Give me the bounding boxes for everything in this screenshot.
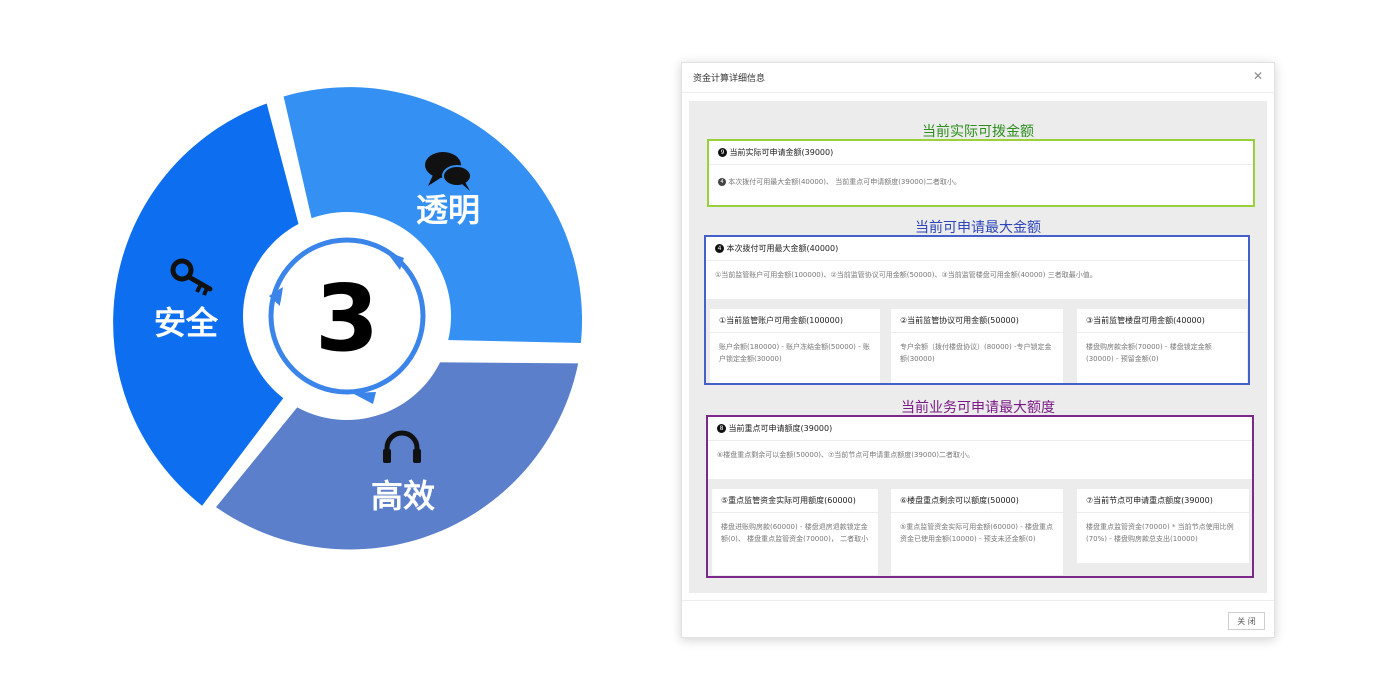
segment-label-transparent: 透明 xyxy=(416,191,480,229)
close-button[interactable]: 关 闭 xyxy=(1228,612,1265,630)
close-icon[interactable]: ✕ xyxy=(1253,69,1263,83)
sub-card-description: 楼盘进账购房款(60000) - 楼盘退房退款锁定金额(0)、 楼盘重点监管资金… xyxy=(721,523,869,543)
section-frame-max-applicable: 4 本次拨付可用最大金额(40000) ①当前监管账户可用金额(100000)、… xyxy=(704,235,1250,385)
card-actual-applicable: 9 当前实际可申请金额(39000) 4 本次拨付可用最大金额(40000)、 … xyxy=(709,141,1253,205)
sub-card-heading: ⑥楼盘重点剩余可以额度(50000) xyxy=(891,489,1063,513)
sub-card-description: 楼盘重点监管资金(70000) * 当前节点使用比例(70%) - 楼盘购房款总… xyxy=(1086,523,1234,543)
center-number: 3 xyxy=(315,265,379,372)
sub-card-account-available: ①当前监管账户可用金额(100000) 账户余额(180000) - 账户冻结金… xyxy=(710,309,880,383)
sub-card-node-key-quota: ⑦当前节点可申请重点额度(39000) 楼盘重点监管资金(70000) * 当前… xyxy=(1077,489,1249,563)
section-title-business-max: 当前业务可申请最大额度 xyxy=(901,400,1055,416)
sub-card-heading: ①当前监管账户可用金额(100000) xyxy=(710,309,880,333)
number-badge-4: 4 xyxy=(715,244,724,253)
sub-card-heading: ⑦当前节点可申请重点额度(39000) xyxy=(1077,489,1249,513)
sub-card-description: 账户余额(180000) - 账户冻结金额(50000) - 账户锁定金额(30… xyxy=(719,343,870,363)
section-frame-business-max: 8 当前重点可申请额度(39000) ⑥楼盘重点剩余可以金额(50000)、⑦当… xyxy=(706,415,1254,578)
dialog-title: 资金计算详细信息 xyxy=(693,74,766,84)
sub-card-building-available: ③当前监管楼盘可用金额(40000) 楼盘购房款余额(70000) - 楼盘锁定… xyxy=(1077,309,1247,383)
card-heading: 9 当前实际可申请金额(39000) xyxy=(709,141,1253,165)
stage: 3 透明 高效 安全 资金计算详细信息 ✕ 当前实际可拨金额 9 当前实际可申请… xyxy=(0,0,1400,700)
sub-card-description: 楼盘购房款余额(70000) - 楼盘锁定金额(30000) - 预留金额(0) xyxy=(1086,343,1212,363)
dialog-body: 当前实际可拨金额 9 当前实际可申请金额(39000) 4 本次拨付可用最大金额… xyxy=(689,101,1267,593)
card-max-disbursement: 4 本次拨付可用最大金额(40000) ①当前监管账户可用金额(100000)、… xyxy=(706,237,1248,299)
sub-card-heading: ⑤重点监管资金实际可用额度(60000) xyxy=(712,489,878,513)
three-segment-ring-diagram: 3 透明 高效 安全 xyxy=(113,87,583,550)
section-frame-actual-amount: 9 当前实际可申请金额(39000) 4 本次拨付可用最大金额(40000)、 … xyxy=(707,139,1255,207)
sub-card-heading: ②当前监管协议可用金额(50000) xyxy=(891,309,1063,333)
fund-detail-dialog: 资金计算详细信息 ✕ 当前实际可拨金额 9 当前实际可申请金额(39000) 4… xyxy=(681,62,1275,638)
card-description: ⑥楼盘重点剩余可以金额(50000)、⑦当前节点可申请重点额度(39000)二者… xyxy=(717,451,975,459)
sub-card-building-key-remaining: ⑥楼盘重点剩余可以额度(50000) ⑤重点监管资金实际可用金额(60000) … xyxy=(891,489,1063,575)
number-badge-9: 9 xyxy=(718,148,727,157)
segment-label-security: 安全 xyxy=(154,304,219,342)
card-description: ①当前监管账户可用金额(100000)、②当前监管协议可用金额(50000)、③… xyxy=(715,271,1097,279)
card-description: 4 本次拨付可用最大金额(40000)、 当前重点可申请额度(39000)二者取… xyxy=(718,176,1245,188)
number-badge-8: 8 xyxy=(717,424,726,433)
dialog-header: 资金计算详细信息 ✕ xyxy=(682,63,1274,93)
card-key-applicable-quota: 8 当前重点可申请额度(39000) ⑥楼盘重点剩余可以金额(50000)、⑦当… xyxy=(708,417,1252,479)
sub-card-agreement-available: ②当前监管协议可用金额(50000) 专户余额（拨付楼盘协议）(80000) -… xyxy=(891,309,1063,383)
dialog-footer: 关 闭 xyxy=(682,600,1274,637)
card-heading: 4 本次拨付可用最大金额(40000) xyxy=(706,237,1248,261)
section-title-max-applicable: 当前可申请最大金额 xyxy=(915,220,1041,236)
segment-label-efficient: 高效 xyxy=(371,477,435,515)
card-heading: 8 当前重点可申请额度(39000) xyxy=(708,417,1252,441)
sub-card-key-actual-quota: ⑤重点监管资金实际可用额度(60000) 楼盘进账购房款(60000) - 楼盘… xyxy=(712,489,878,575)
sub-card-heading: ③当前监管楼盘可用金额(40000) xyxy=(1077,309,1247,333)
sub-card-description: ⑤重点监管资金实际可用金额(60000) - 楼盘重点资金已使用金额(10000… xyxy=(900,523,1053,543)
sub-card-description: 专户余额（拨付楼盘协议）(80000) -专户锁定金额(30000) xyxy=(900,343,1052,363)
number-badge-4: 4 xyxy=(718,178,726,186)
section-title-actual-amount: 当前实际可拨金额 xyxy=(922,124,1034,140)
